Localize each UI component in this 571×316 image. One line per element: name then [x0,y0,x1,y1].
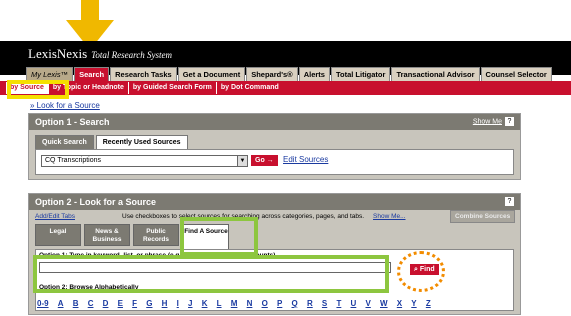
alpha-u[interactable]: U [351,299,357,308]
alpha-f[interactable]: F [132,299,137,308]
tab-public-records[interactable]: Public Records [133,224,179,246]
tab-research-tasks[interactable]: Research Tasks [110,67,177,81]
alpha-k[interactable]: K [202,299,208,308]
alpha-d[interactable]: D [103,299,109,308]
alpha-t[interactable]: T [336,299,341,308]
go-button[interactable]: Go → [251,155,278,166]
help-icon[interactable]: ? [505,117,514,126]
look-link-text: Look for a Source [36,101,100,110]
alpha-q[interactable]: Q [292,299,298,308]
tab-search[interactable]: Search [74,67,110,81]
alpha-v[interactable]: V [365,299,370,308]
tab-total-litigator[interactable]: Total Litigator [330,67,391,81]
help-icon[interactable]: ? [505,197,514,206]
alpha-h[interactable]: H [162,299,168,308]
alpha-i[interactable]: I [177,299,179,308]
option2-title-bar: Option 2 - Look for a Source ? [29,194,520,210]
option2-title: Option 2 - Look for a Source [35,197,157,207]
subnav-by-dot-command[interactable]: by Dot Command [217,82,283,94]
alpha-e[interactable]: E [118,299,123,308]
look-for-source-link[interactable]: » Look for a Source [30,101,100,110]
highlight-by-source [7,80,69,99]
option1-tabs: Quick Search Recently Used Sources [35,135,188,149]
highlight-find-button [397,251,445,292]
tab-news-business[interactable]: News & Business [84,224,130,246]
tab-transactional-advisor[interactable]: Transactional Advisor [391,67,480,81]
alpha-n[interactable]: N [247,299,253,308]
option2-panel: Option 2 - Look for a Source ? Add/Edit … [28,193,521,315]
tab-shepards[interactable]: Shepard's® [246,67,298,81]
tab-get-document[interactable]: Get a Document [177,67,246,81]
alpha-y[interactable]: Y [411,299,416,308]
alpha-s[interactable]: S [322,299,327,308]
alpha-o[interactable]: O [262,299,268,308]
tab-my-lexis[interactable]: My Lexis™ [26,67,74,81]
source-select[interactable]: CQ Transcriptions ▼ [41,155,248,167]
alpha-m[interactable]: M [231,299,238,308]
alpha-r[interactable]: R [307,299,313,308]
tab-quick-search[interactable]: Quick Search [35,135,94,149]
alpha-j[interactable]: J [188,299,192,308]
tab-recently-used[interactable]: Recently Used Sources [95,135,188,149]
alpha-0-9[interactable]: 0-9 [37,299,49,308]
alphabet-links: 0-9 A B C D E F G H I J K L M N O P Q R … [37,299,440,308]
option1-title: Option 1 - Search [35,117,110,127]
option1-panel: Option 1 - Search Show Me? Quick Search … [28,113,521,180]
alpha-l[interactable]: L [217,299,222,308]
alpha-g[interactable]: G [146,299,152,308]
main-tabs: My Lexis™ Search Research Tasks Get a Do… [26,67,552,81]
alpha-a[interactable]: A [58,299,64,308]
annotation-arrow-shaft [81,0,99,22]
add-edit-tabs-link[interactable]: Add/Edit Tabs [35,213,75,220]
option1-show-me-text: Show Me [472,118,502,126]
logo: LexisNexis Total Research System [28,46,172,62]
subnav-by-guided-form[interactable]: by Guided Search Form [129,82,217,94]
option1-show-me[interactable]: Show Me? [473,117,514,126]
edit-sources-link[interactable]: Edit Sources [283,155,328,164]
alpha-p[interactable]: P [277,299,282,308]
alpha-c[interactable]: C [88,299,94,308]
tab-counsel-selector[interactable]: Counsel Selector [480,67,552,81]
alpha-w[interactable]: W [380,299,388,308]
logo-subtitle: Total Research System [91,50,173,60]
logo-text: LexisNexis [28,46,88,61]
tab-legal[interactable]: Legal [35,224,81,246]
alpha-b[interactable]: B [73,299,79,308]
highlight-find-a-source-tab [180,217,258,256]
alpha-x[interactable]: X [397,299,402,308]
option2-show-me-link[interactable]: Show Me... [371,213,406,220]
tab-alerts[interactable]: Alerts [298,67,330,81]
chevron-down-icon: ▼ [237,156,247,166]
combine-sources-button[interactable]: Combine Sources [450,210,516,223]
alpha-z[interactable]: Z [426,299,431,308]
highlight-keyword-input [33,255,389,293]
option1-title-bar: Option 1 - Search Show Me? [29,114,520,130]
option2-help[interactable]: ? [502,197,514,206]
source-select-value: CQ Transcriptions [45,157,102,164]
